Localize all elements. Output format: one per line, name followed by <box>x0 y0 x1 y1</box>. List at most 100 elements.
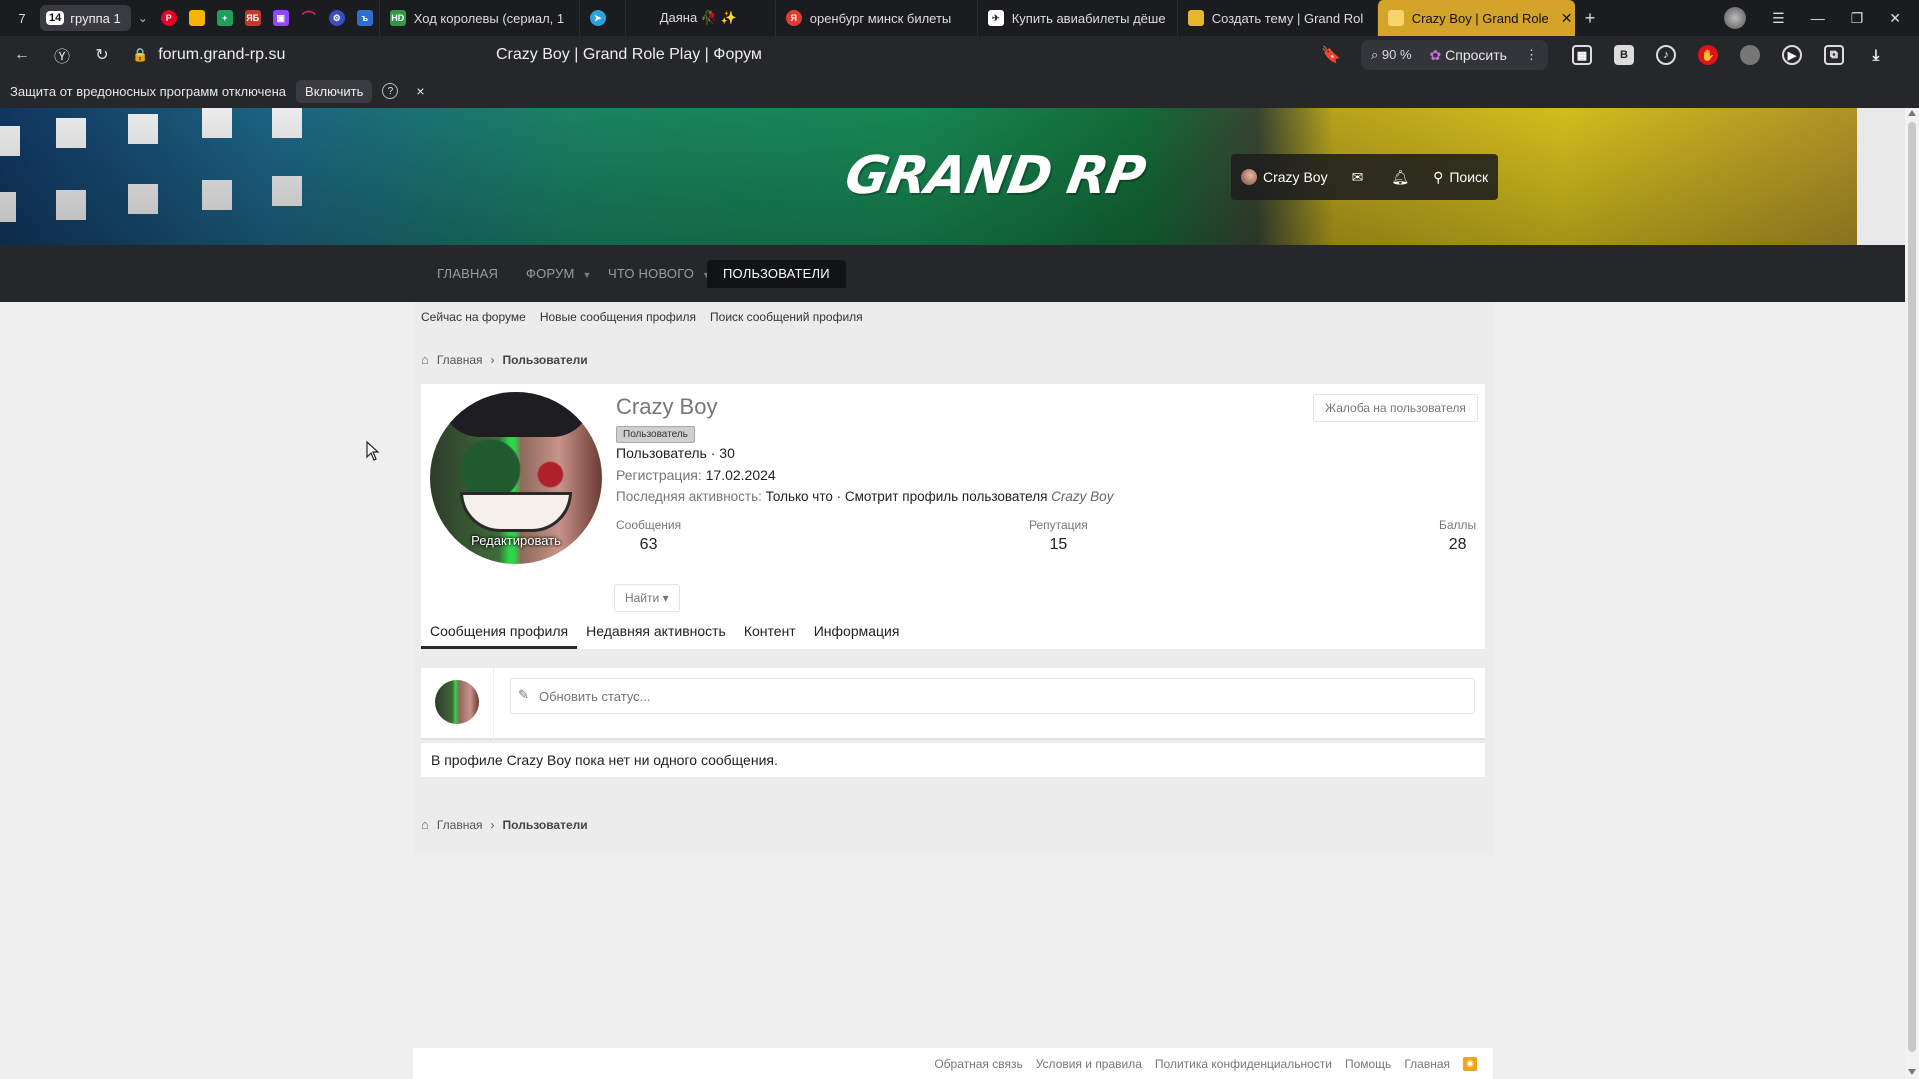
pinned-tab-sheets[interactable]: + <box>211 4 239 32</box>
page-scrollbar[interactable] <box>1905 108 1919 1079</box>
tab-orenburg-tickets[interactable]: Я оренбург минск билеты <box>774 0 977 36</box>
user-panel: Crazy Boy ✉ 🔔︎ ⚲ Поиск <box>1231 154 1499 200</box>
bookmark-icon[interactable]: 🔖 <box>1321 45 1341 65</box>
tab-crazy-boy-active[interactable]: Crazy Boy | Grand Role ✕ <box>1376 0 1575 36</box>
home-icon[interactable]: ⌂ <box>421 352 429 367</box>
sub-nav: Сейчас на форуме Новые сообщения профиля… <box>413 302 1493 332</box>
user-menu[interactable]: Crazy Boy <box>1231 154 1338 200</box>
back-arrow-icon[interactable]: ← <box>4 40 40 70</box>
rss-icon[interactable]: ◉ <box>1463 1056 1477 1071</box>
pinned-tab-notes[interactable] <box>183 4 211 32</box>
nav-label: ФОРУМ <box>526 266 575 281</box>
b-extension-icon[interactable]: B <box>1613 45 1634 65</box>
registration-line: Регистрация: 17.02.2024 <box>616 467 776 483</box>
find-dropdown-button[interactable]: Найти ▾ <box>614 584 680 612</box>
stat-messages[interactable]: Сообщения 63 <box>616 518 681 554</box>
footer-link-feedback[interactable]: Обратная связь <box>934 1057 1022 1071</box>
home-icon[interactable]: ⌂ <box>421 817 429 832</box>
tab-flights[interactable]: ✈ Купить авиабилеты дёше <box>976 0 1177 36</box>
tab-recent-activity[interactable]: Недавняя активность <box>577 616 735 649</box>
footer-link-help[interactable]: Помощь <box>1345 1057 1391 1071</box>
tab-information[interactable]: Информация <box>805 616 909 649</box>
report-user-button[interactable]: Жалоба на пользователя <box>1313 394 1478 422</box>
tab-queens-gambit[interactable]: HD Ход королевы (сериал, 1 <box>378 0 579 36</box>
tab-telegram[interactable]: ➤ <box>578 0 625 36</box>
infobar-close-icon[interactable]: × <box>416 83 424 99</box>
minimize-icon[interactable]: — <box>1811 10 1825 26</box>
scroll-down-arrow-icon[interactable] <box>1908 1069 1916 1075</box>
nav-home[interactable]: ГЛАВНАЯ <box>437 260 498 288</box>
status-input[interactable] <box>510 678 1475 714</box>
yandex-logo-icon[interactable]: Ⓨ <box>44 40 80 70</box>
bell-icon[interactable]: 🔔︎ <box>1377 154 1423 200</box>
qr-code-icon[interactable]: ▦ <box>1571 45 1592 65</box>
restore-icon[interactable]: ❐ <box>1851 10 1864 27</box>
mail-icon[interactable]: ✉ <box>1338 154 1378 200</box>
pinned-tab-vk[interactable]: ъ <box>351 4 379 32</box>
pinned-tab-arc[interactable]: ⌒ <box>295 4 323 32</box>
site-logo[interactable]: GRAND RP <box>841 146 1149 206</box>
chevron-down-icon[interactable]: ⌄ <box>131 11 155 25</box>
reload-icon[interactable]: ↻ <box>84 40 120 70</box>
activity-value: Только что · Смотрит профиль пользовател… <box>765 489 1048 504</box>
breadcrumb-current[interactable]: Пользователи <box>503 353 588 367</box>
download-icon[interactable]: ⤓ <box>1866 45 1886 65</box>
close-icon[interactable]: ✕ <box>1561 10 1573 27</box>
play-icon[interactable]: ▶ <box>1781 45 1802 65</box>
nav-users[interactable]: ПОЛЬЗОВАТЕЛИ <box>707 260 846 288</box>
breadcrumb-current[interactable]: Пользователи <box>503 818 588 832</box>
breadcrumb-home[interactable]: Главная <box>437 353 483 367</box>
tab-group-badge: 14 <box>46 11 65 25</box>
avatar-edit-link[interactable]: Редактировать <box>430 533 602 548</box>
subnav-search-profile-posts[interactable]: Поиск сообщений профиля <box>710 310 863 324</box>
tab-profile-posts[interactable]: Сообщения профиля <box>421 616 578 649</box>
browser-tab-bar: 7 14 группа 1 ⌄ P + ЯБ ▣ ⌒ ⚙ ъ HD Ход ко… <box>0 0 1919 36</box>
page-title: Crazy Boy | Grand Role Play | Форум <box>496 46 762 63</box>
yandex-icon: Я <box>785 10 802 26</box>
avatar[interactable] <box>435 680 479 724</box>
footer-link-terms[interactable]: Условия и правила <box>1036 1057 1142 1071</box>
ask-label: Спросить <box>1445 46 1507 63</box>
activity-target[interactable]: Crazy Boy <box>1051 489 1113 504</box>
stat-value: 15 <box>1049 536 1068 553</box>
subnav-new-profile-posts[interactable]: Новые сообщения профиля <box>540 310 696 324</box>
nav-whats-new[interactable]: ЧТО НОВОГО▼ <box>608 260 711 288</box>
collections-icon[interactable]: ⧉ <box>1823 45 1844 65</box>
ask-alice-button[interactable]: ✿ Спросить <box>1430 47 1507 64</box>
scroll-thumb[interactable] <box>1908 122 1916 1052</box>
subnav-online-now[interactable]: Сейчас на форуме <box>421 310 526 324</box>
music-icon[interactable]: ♪ <box>1655 45 1676 65</box>
url-field[interactable]: 🔒 forum.grand-rp.su Crazy Boy | Grand Ro… <box>126 40 1341 70</box>
stat-reputation[interactable]: Репутация 15 <box>1029 518 1088 554</box>
chevron-down-icon[interactable]: ▼ <box>582 270 591 280</box>
footer-link-privacy[interactable]: Политика конфиденциальности <box>1155 1057 1332 1071</box>
search-button[interactable]: ⚲ Поиск <box>1423 154 1498 200</box>
close-window-icon[interactable]: ✕ <box>1889 10 1901 27</box>
stat-points[interactable]: Баллы 28 <box>1439 518 1476 554</box>
security-infobar: Защита от вредоносных программ отключена… <box>0 74 1919 108</box>
pinned-tab-settings[interactable]: ⚙ <box>323 4 351 32</box>
zoom-level[interactable]: ⌕ 90 % <box>1371 47 1412 63</box>
tab-create-topic[interactable]: Создать тему | Grand Rol <box>1176 0 1377 36</box>
adblock-icon[interactable]: ✋ <box>1697 45 1718 65</box>
nav-forum[interactable]: ФОРУМ ▼ <box>526 260 592 288</box>
footer-link-home[interactable]: Главная <box>1404 1057 1450 1071</box>
profile-avatar[interactable]: Редактировать <box>430 392 602 564</box>
tab-count[interactable]: 7 <box>8 5 36 31</box>
help-icon[interactable]: ? <box>382 83 399 99</box>
tab-dayana[interactable]: Даяна 🥀 ✨ <box>624 0 775 36</box>
tab-content[interactable]: Контент <box>735 616 805 649</box>
new-tab-button[interactable]: + <box>1575 0 1613 36</box>
menu-icon[interactable]: ☰ <box>1772 10 1785 27</box>
pinned-tab-vk-game[interactable]: ЯБ <box>239 4 267 32</box>
scroll-up-arrow-icon[interactable] <box>1908 110 1916 116</box>
profile-avatar-icon[interactable] <box>1724 7 1747 29</box>
more-vertical-icon[interactable]: ⋮ <box>1525 47 1538 63</box>
tab-group[interactable]: 14 группа 1 <box>40 5 131 31</box>
enable-protection-button[interactable]: Включить <box>296 79 373 103</box>
pinned-tab-pinterest[interactable]: P <box>155 4 183 32</box>
nav-label: ЧТО НОВОГО <box>608 266 695 281</box>
pinned-tab-twitch[interactable]: ▣ <box>267 4 295 32</box>
vpn-icon[interactable] <box>1739 45 1760 65</box>
breadcrumb-home[interactable]: Главная <box>437 818 483 832</box>
